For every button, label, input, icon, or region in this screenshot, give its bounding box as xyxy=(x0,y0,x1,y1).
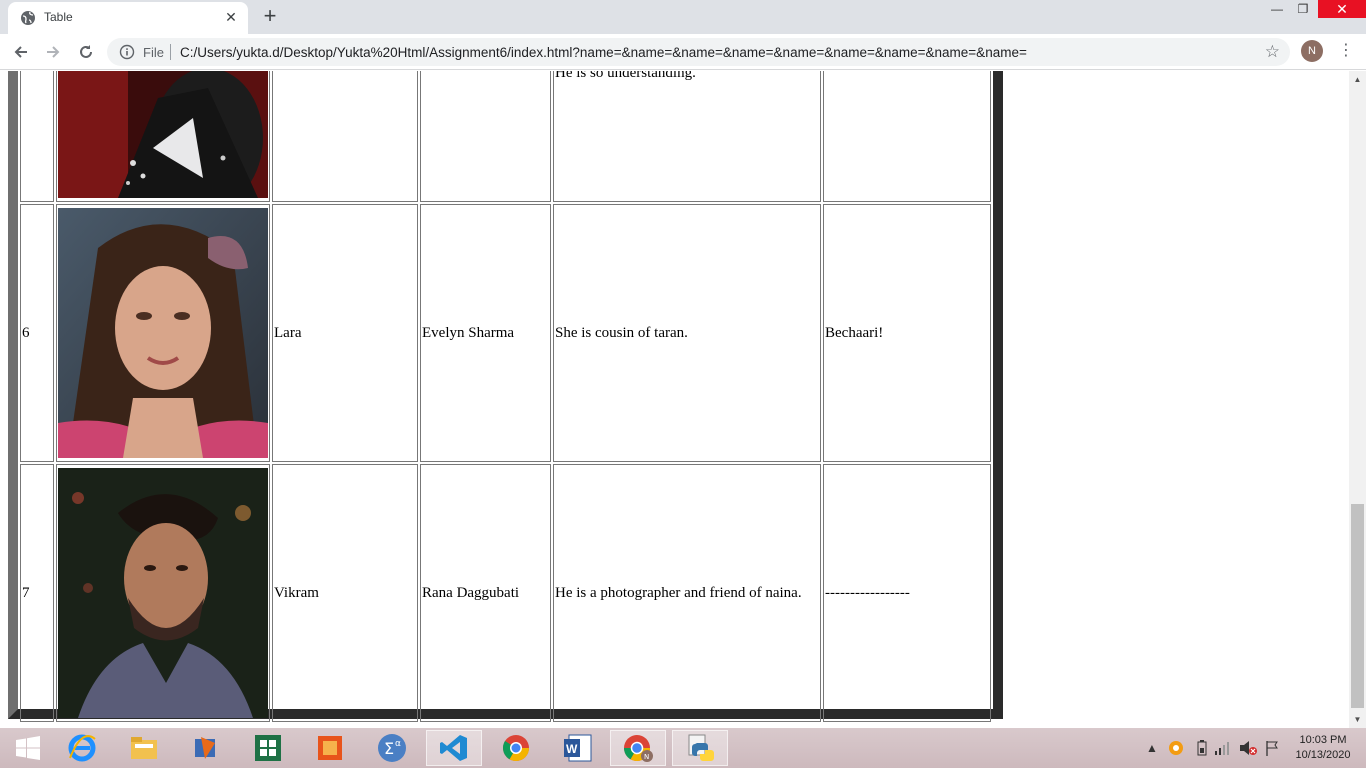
cast-table-frame: He is so understanding. 6 Lara Evelyn Sh… xyxy=(8,71,1003,722)
signal-icon[interactable] xyxy=(1214,728,1232,768)
file-explorer-icon[interactable] xyxy=(116,730,172,766)
table-row: He is so understanding. xyxy=(20,71,991,202)
action-center-flag-icon[interactable] xyxy=(1264,728,1280,768)
more-menu-icon[interactable]: ⋮ xyxy=(1338,40,1354,62)
clock-date: 10/13/2020 xyxy=(1295,749,1351,761)
cell-note xyxy=(823,71,991,202)
tab-strip: Table ✕ + — ❐ ✕ xyxy=(0,0,1366,34)
battery-icon[interactable] xyxy=(1196,728,1208,768)
cell-role: Lara xyxy=(272,204,418,462)
system-clock[interactable]: 10:03 PM 10/13/2020 xyxy=(1288,733,1358,763)
windows-start-icon[interactable] xyxy=(0,730,56,766)
volume-muted-icon[interactable] xyxy=(1238,728,1258,768)
profile-avatar[interactable]: N xyxy=(1301,40,1323,62)
svg-text:W: W xyxy=(566,742,578,756)
chrome-icon[interactable] xyxy=(488,730,544,766)
cell-role: Vikram xyxy=(272,464,418,722)
close-tab-icon[interactable]: ✕ xyxy=(222,8,240,26)
scrollbar-thumb[interactable] xyxy=(1351,504,1364,708)
tab-title: Table xyxy=(44,10,73,24)
cast-table: He is so understanding. 6 Lara Evelyn Sh… xyxy=(18,71,993,724)
back-button[interactable] xyxy=(9,40,33,64)
svg-text:Σ: Σ xyxy=(384,739,394,758)
cell-number: 7 xyxy=(20,464,54,722)
info-icon[interactable] xyxy=(119,44,135,60)
reload-button[interactable] xyxy=(74,40,98,64)
clock-time: 10:03 PM xyxy=(1299,734,1347,746)
python-icon[interactable] xyxy=(672,730,728,766)
chrome-profile-icon[interactable]: N xyxy=(610,730,666,766)
vertical-scrollbar[interactable]: ▲ ▼ xyxy=(1349,71,1366,728)
media-app-icon[interactable] xyxy=(178,730,234,766)
address-divider xyxy=(170,44,171,60)
scroll-up-arrow-icon[interactable]: ▲ xyxy=(1349,71,1366,88)
table-row: 7 Vikram Rana Daggubati He is a photogra… xyxy=(20,464,991,722)
scroll-down-arrow-icon[interactable]: ▼ xyxy=(1349,711,1366,728)
math-input-icon[interactable]: Σα xyxy=(364,730,420,766)
browser-tab[interactable]: Table ✕ xyxy=(8,2,248,34)
cell-actor: Rana Daggubati xyxy=(420,464,551,722)
url-text[interactable]: C:/Users/yukta.d/Desktop/Yukta%20Html/As… xyxy=(180,45,1027,60)
cell-note: ----------------- xyxy=(823,464,991,722)
globe-icon xyxy=(21,11,35,25)
cell-number: 6 xyxy=(20,204,54,462)
forward-button[interactable] xyxy=(41,40,65,64)
cell-note: Bechaari! xyxy=(823,204,991,462)
reload-icon xyxy=(80,45,92,58)
arrow-left-icon xyxy=(14,46,27,58)
office-app-icon[interactable] xyxy=(302,730,358,766)
windows-taskbar: Σα W N ▲ 10:03 PM 10/13/2020 xyxy=(0,728,1366,768)
cell-photo xyxy=(56,71,270,202)
cell-description: He is a photographer and friend of naina… xyxy=(553,464,821,722)
word-icon[interactable]: W xyxy=(550,730,606,766)
table-row: 6 Lara Evelyn Sharma She is cousin of ta… xyxy=(20,204,991,462)
internet-explorer-icon[interactable] xyxy=(54,730,110,766)
svg-text:α: α xyxy=(395,739,401,749)
cell-number xyxy=(20,71,54,202)
vscode-icon[interactable] xyxy=(426,730,482,766)
star-icon[interactable]: ☆ xyxy=(1265,42,1280,62)
actor-photo xyxy=(58,468,268,718)
new-tab-button[interactable]: + xyxy=(259,5,281,28)
cell-photo xyxy=(56,204,270,462)
excel-icon[interactable] xyxy=(240,730,296,766)
cell-actor xyxy=(420,71,551,202)
restore-button[interactable]: ❐ xyxy=(1288,0,1318,18)
page-viewport: He is so understanding. 6 Lara Evelyn Sh… xyxy=(0,71,1349,728)
orange-tray-icon[interactable] xyxy=(1168,728,1184,768)
window-close-button[interactable]: ✕ xyxy=(1318,0,1366,18)
actor-photo xyxy=(58,208,268,458)
file-scheme-label: File xyxy=(143,45,164,60)
arrow-right-icon xyxy=(47,46,60,58)
show-hidden-icons[interactable]: ▲ xyxy=(1146,728,1158,768)
actor-photo xyxy=(58,71,268,198)
browser-toolbar: File C:/Users/yukta.d/Desktop/Yukta%20Ht… xyxy=(0,34,1366,70)
cell-description: She is cousin of taran. xyxy=(553,204,821,462)
cell-actor: Evelyn Sharma xyxy=(420,204,551,462)
svg-text:N: N xyxy=(644,753,649,761)
address-bar[interactable]: File C:/Users/yukta.d/Desktop/Yukta%20Ht… xyxy=(107,38,1290,66)
cell-description: He is so understanding. xyxy=(553,71,821,202)
cell-role xyxy=(272,71,418,202)
cell-photo xyxy=(56,464,270,722)
